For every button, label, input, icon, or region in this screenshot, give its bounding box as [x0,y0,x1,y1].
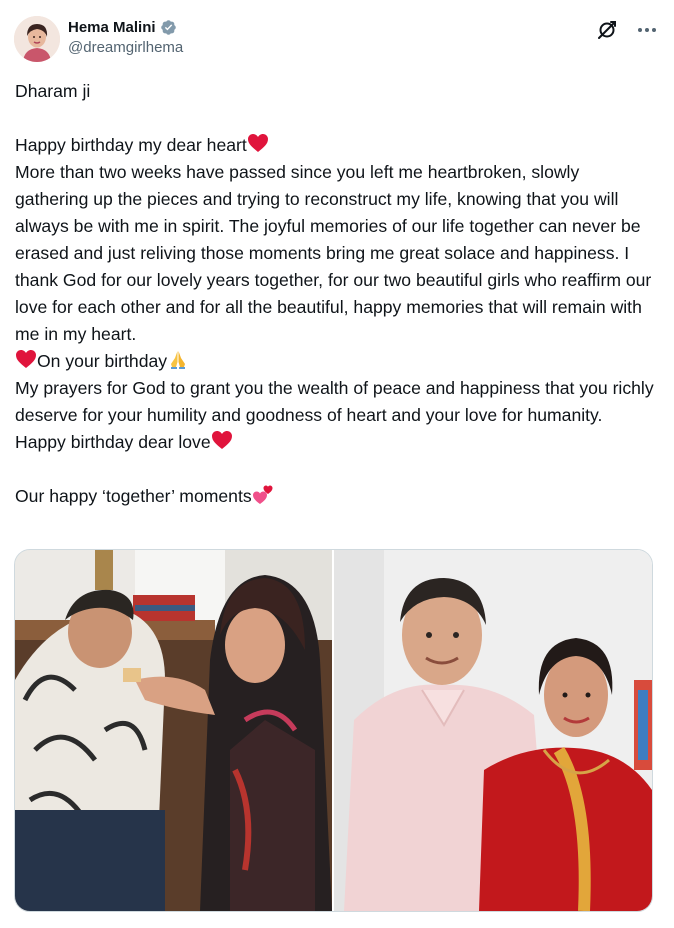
author-info: Hema Malini @dreamgirlhema [68,16,183,57]
two-hearts-icon [252,483,274,505]
post-text: Dharam ji Happy birthday my dear heart M… [15,78,655,510]
post-together-text: Our happy ‘together’ moments [15,486,252,506]
post-dear-love-line: Happy birthday dear love [15,429,655,456]
post-dear-love-text: Happy birthday dear love [15,432,211,452]
more-options-icon[interactable] [634,18,660,42]
post-header: Hema Malini @dreamgirlhema [14,12,662,64]
post-prayers: My prayers for God to grant you the weal… [15,378,659,425]
author-display-name[interactable]: Hema Malini [68,19,156,36]
verified-badge-icon[interactable] [160,19,177,36]
media-photo-left[interactable] [15,550,332,911]
post-media-grid [14,549,653,912]
author-avatar[interactable] [14,16,60,62]
red-heart-icon [15,348,37,370]
post-on-birthday-line: On your birthday [15,348,655,375]
grok-icon[interactable] [596,19,618,41]
post-together-line: Our happy ‘together’ moments [15,483,655,510]
post-salutation: Dharam ji [15,81,91,101]
post-birthday-text: Happy birthday my dear heart [15,135,247,155]
post-birthday-line: Happy birthday my dear heart [15,132,655,159]
media-photo-right[interactable] [334,550,652,911]
folded-hands-icon [167,348,189,370]
post-paragraph: More than two weeks have passed since yo… [15,162,657,344]
post-on-birthday-text: On your birthday [37,351,168,371]
author-handle[interactable]: @dreamgirlhema [68,39,183,56]
red-heart-icon [247,132,269,154]
red-heart-icon [211,429,233,451]
